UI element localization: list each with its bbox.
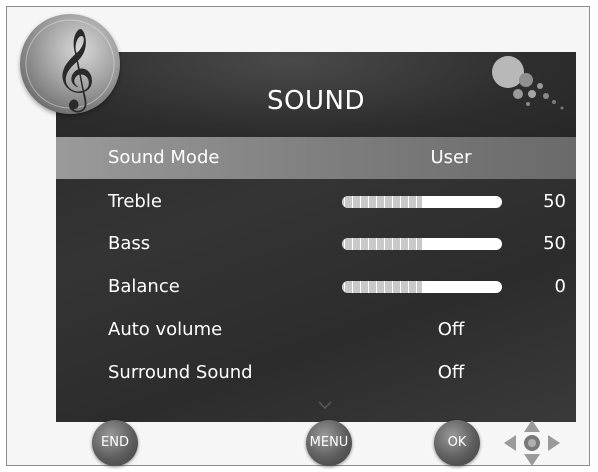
treble-slider[interactable] xyxy=(342,196,502,208)
treble-clef-icon: 𝄞 xyxy=(20,14,120,114)
row-label: Auto volume xyxy=(108,319,223,340)
menu-row-bass[interactable]: Bass 50 xyxy=(56,223,576,265)
bass-slider[interactable] xyxy=(342,238,502,250)
menu-button[interactable]: MENU xyxy=(306,420,352,466)
remote-button-bar: END MENU OK xyxy=(0,412,598,472)
row-label: Treble xyxy=(108,191,162,212)
end-button[interactable]: END xyxy=(92,420,138,466)
menu-row-balance[interactable]: Balance 0 xyxy=(56,266,576,308)
chevron-down-icon xyxy=(318,401,332,410)
row-label: Balance xyxy=(108,276,180,297)
slider-fill xyxy=(342,196,422,208)
row-value: User xyxy=(430,147,472,168)
row-value: 0 xyxy=(554,276,566,297)
slider-fill xyxy=(342,238,422,250)
row-value: 50 xyxy=(543,233,566,254)
ok-button[interactable]: OK xyxy=(434,420,480,466)
row-label: Bass xyxy=(108,233,151,254)
balance-slider[interactable] xyxy=(342,281,502,293)
menu-row-surround-sound[interactable]: Surround Sound Off xyxy=(56,352,576,394)
slider-fill xyxy=(342,281,422,293)
row-value: 50 xyxy=(543,191,566,212)
row-label: Sound Mode xyxy=(108,147,220,168)
menu-row-auto-volume[interactable]: Auto volume Off xyxy=(56,309,576,351)
dpad-arrows-icon[interactable] xyxy=(500,418,564,468)
bubbles-icon xyxy=(492,56,564,110)
menu-row-treble[interactable]: Treble 50 xyxy=(56,181,576,223)
row-value: Off xyxy=(437,319,465,340)
row-value: Off xyxy=(437,362,465,383)
menu-row-sound-mode[interactable]: Sound Mode User xyxy=(56,137,576,179)
row-label: Surround Sound xyxy=(108,362,253,383)
svg-text:𝄞: 𝄞 xyxy=(54,27,95,112)
